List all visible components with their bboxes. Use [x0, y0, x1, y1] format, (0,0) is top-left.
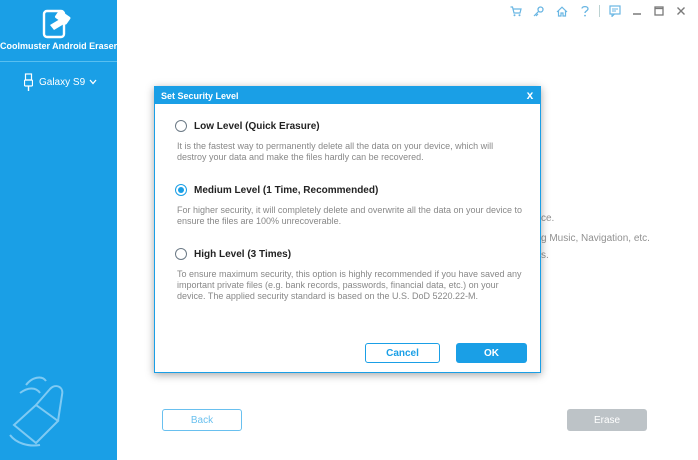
low-level-description: It is the fastest way to permanently del… [177, 141, 494, 162]
dialog-close-button[interactable]: x [524, 88, 536, 102]
high-level-radio[interactable] [175, 248, 187, 260]
medium-level-radio[interactable] [175, 184, 187, 196]
low-level-label: Low Level (Quick Erasure) [194, 120, 320, 132]
high-level-description: To ensure maximum security, this option … [177, 269, 522, 301]
sidebar-divider [0, 61, 117, 62]
security-level-dialog: Set Security Level x Low Level (Quick Er… [154, 86, 541, 373]
eraser-illustration-icon [9, 376, 64, 447]
medium-level-option[interactable]: Medium Level (1 Time, Recommended) [175, 184, 378, 196]
ok-button[interactable]: OK [456, 343, 527, 363]
medium-level-description: For higher security, it will completely … [177, 205, 523, 226]
low-level-radio[interactable] [175, 120, 187, 132]
dialog-header: Set Security Level [155, 87, 540, 104]
app-logo-icon [42, 9, 71, 39]
chevron-down-icon [89, 79, 97, 85]
low-level-option[interactable]: Low Level (Quick Erasure) [175, 120, 320, 132]
medium-level-label: Medium Level (1 Time, Recommended) [194, 184, 379, 196]
sidebar: Coolmuster Android Eraser Galaxy S9 [0, 0, 117, 460]
device-label: Galaxy S9 [39, 76, 86, 88]
usb-plug-icon [24, 73, 33, 91]
high-level-label: High Level (3 Times) [194, 248, 292, 260]
cancel-button[interactable]: Cancel [365, 343, 440, 363]
high-level-option[interactable]: High Level (3 Times) [175, 248, 291, 260]
dialog-title: Set Security Level [161, 90, 239, 101]
device-selector[interactable]: Galaxy S9 [24, 72, 97, 92]
app-title: Coolmuster Android Eraser [0, 41, 118, 51]
